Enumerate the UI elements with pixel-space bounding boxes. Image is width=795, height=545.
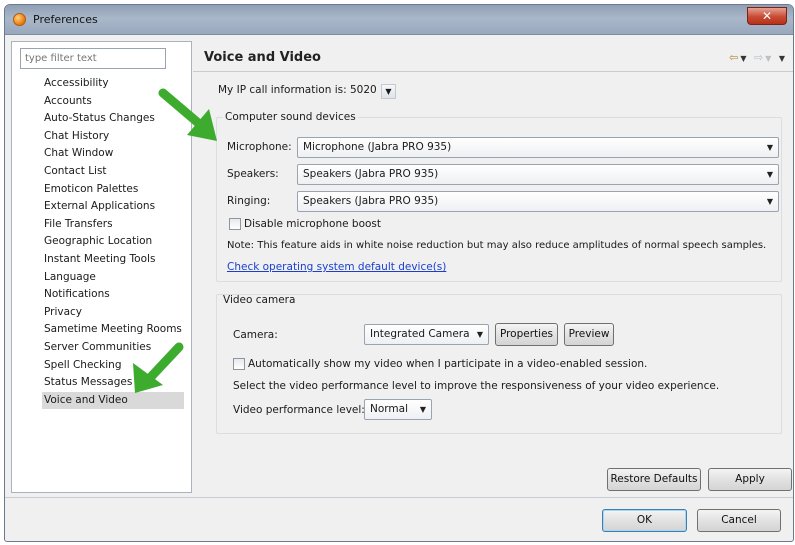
chevron-down-icon: ▼ bbox=[766, 143, 773, 152]
sidebar-item-chat-window[interactable]: Chat Window bbox=[42, 145, 184, 163]
footer-divider bbox=[5, 497, 793, 498]
video-performance-label: Video performance level: bbox=[233, 404, 365, 416]
sidebar-item-language[interactable]: Language bbox=[42, 269, 184, 287]
speakers-select[interactable]: Speakers (Jabra PRO 935) ▼ bbox=[297, 164, 779, 185]
microphone-label: Microphone: bbox=[227, 141, 292, 153]
sidebar-item-privacy[interactable]: Privacy bbox=[42, 304, 184, 322]
page-title: Voice and Video bbox=[204, 50, 321, 65]
window-title: Preferences bbox=[33, 13, 98, 26]
sidebar-item-emoticon-palettes[interactable]: Emoticon Palettes bbox=[42, 181, 184, 199]
auto-show-video-label: Automatically show my video when I parti… bbox=[248, 358, 648, 370]
cancel-button[interactable]: Cancel bbox=[697, 509, 781, 532]
chevron-down-icon: ▼ bbox=[766, 197, 773, 206]
video-performance-hint: Select the video performance level to im… bbox=[233, 380, 720, 392]
restore-defaults-button[interactable]: Restore Defaults bbox=[607, 468, 701, 491]
sidebar-item-geographic-location[interactable]: Geographic Location bbox=[42, 233, 184, 251]
title-bar[interactable]: Preferences ✕ bbox=[5, 5, 793, 35]
sidebar-item-notifications[interactable]: Notifications bbox=[42, 286, 184, 304]
green-arrow-icon bbox=[158, 88, 217, 141]
ringing-select[interactable]: Speakers (Jabra PRO 935) ▼ bbox=[297, 191, 779, 212]
camera-properties-button[interactable]: Properties bbox=[495, 323, 558, 346]
chevron-down-icon: ▼ bbox=[766, 170, 773, 179]
sidebar-item-instant-meeting-tools[interactable]: Instant Meeting Tools bbox=[42, 251, 184, 269]
disable-microphone-boost-checkbox[interactable] bbox=[229, 218, 241, 230]
chevron-down-icon[interactable]: ▼ bbox=[740, 54, 748, 63]
ringing-label: Ringing: bbox=[227, 195, 271, 207]
speakers-label: Speakers: bbox=[227, 168, 279, 180]
forward-arrow-icon[interactable]: ⇨ bbox=[754, 51, 765, 64]
ip-call-dropdown[interactable]: ▼ bbox=[381, 84, 396, 99]
app-icon bbox=[13, 13, 26, 26]
green-arrow-icon bbox=[133, 342, 184, 393]
microphone-select-value: Microphone (Jabra PRO 935) bbox=[303, 141, 452, 153]
video-performance-value: Normal bbox=[370, 403, 408, 415]
check-default-devices-link[interactable]: Check operating system default device(s) bbox=[227, 261, 446, 273]
page-navigation: ⇦▼ ⇨▼ ▼ bbox=[729, 51, 787, 64]
voice-video-panel: Voice and Video ⇦▼ ⇨▼ ▼ My IP call infor… bbox=[193, 41, 793, 493]
video-camera-title: Video camera bbox=[223, 294, 296, 306]
chevron-down-icon: ▼ bbox=[385, 87, 392, 96]
filter-input[interactable] bbox=[20, 48, 166, 69]
sidebar-item-external-applications[interactable]: External Applications bbox=[42, 198, 184, 216]
microphone-select[interactable]: Microphone (Jabra PRO 935) ▼ bbox=[297, 137, 779, 158]
disable-microphone-boost-label: Disable microphone boost bbox=[244, 218, 382, 230]
chevron-down-icon: ▼ bbox=[419, 405, 426, 414]
header-divider bbox=[193, 71, 793, 72]
ip-call-info-label: My IP call information is: 5020 bbox=[218, 84, 377, 96]
camera-select-value: Integrated Camera bbox=[370, 328, 470, 340]
back-arrow-icon[interactable]: ⇦ bbox=[729, 51, 740, 64]
video-performance-select[interactable]: Normal ▼ bbox=[364, 399, 432, 420]
sidebar-item-contact-list[interactable]: Contact List bbox=[42, 163, 184, 181]
camera-preview-button[interactable]: Preview bbox=[564, 323, 614, 346]
camera-label: Camera: bbox=[233, 329, 278, 341]
ringing-select-value: Speakers (Jabra PRO 935) bbox=[303, 195, 439, 207]
chevron-down-icon: ▼ bbox=[476, 330, 483, 339]
noise-reduction-note: Note: This feature aids in white noise r… bbox=[227, 240, 767, 251]
camera-select[interactable]: Integrated Camera ▼ bbox=[364, 324, 489, 345]
preferences-window: Preferences ✕ Accessibility Accounts Aut… bbox=[4, 4, 794, 542]
sidebar-item-sametime-meeting-rooms[interactable]: Sametime Meeting Rooms bbox=[42, 321, 184, 339]
sound-devices-title: Computer sound devices bbox=[223, 111, 358, 123]
view-menu-icon[interactable]: ▼ bbox=[779, 54, 787, 63]
sidebar-item-file-transfers[interactable]: File Transfers bbox=[42, 216, 184, 234]
auto-show-video-checkbox[interactable] bbox=[233, 358, 245, 370]
close-button[interactable]: ✕ bbox=[747, 7, 787, 25]
speakers-select-value: Speakers (Jabra PRO 935) bbox=[303, 168, 439, 180]
ok-button[interactable]: OK bbox=[602, 509, 687, 532]
chevron-down-icon[interactable]: ▼ bbox=[765, 54, 773, 63]
apply-button[interactable]: Apply bbox=[708, 468, 792, 491]
